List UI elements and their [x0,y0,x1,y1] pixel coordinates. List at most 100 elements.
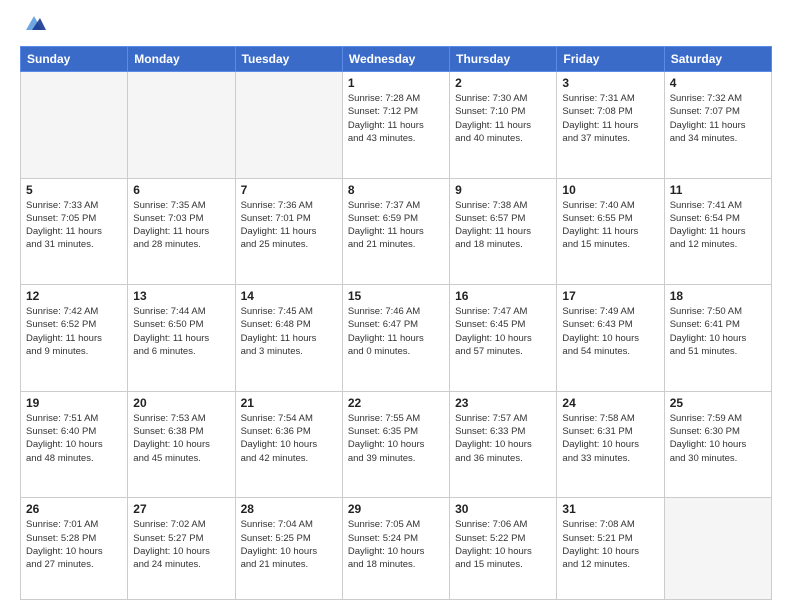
day-number: 19 [26,396,122,410]
day-number: 25 [670,396,766,410]
day-info: Sunrise: 7:46 AM Sunset: 6:47 PM Dayligh… [348,305,444,358]
day-number: 26 [26,502,122,516]
day-info: Sunrise: 7:47 AM Sunset: 6:45 PM Dayligh… [455,305,551,358]
day-number: 20 [133,396,229,410]
day-number: 29 [348,502,444,516]
day-number: 11 [670,183,766,197]
day-number: 5 [26,183,122,197]
calendar-cell: 19 Sunrise: 7:51 AM Sunset: 6:40 PM Dayli… [21,391,128,498]
logo-icon [22,14,46,34]
day-number: 18 [670,289,766,303]
day-info: Sunrise: 7:32 AM Sunset: 7:07 PM Dayligh… [670,92,766,145]
day-info: Sunrise: 7:28 AM Sunset: 7:12 PM Dayligh… [348,92,444,145]
week-row-1: 1 Sunrise: 7:28 AM Sunset: 7:12 PM Daylig… [21,72,772,179]
weekday-header-friday: Friday [557,47,664,72]
calendar-cell: 28 Sunrise: 7:04 AM Sunset: 5:25 PM Dayli… [235,498,342,600]
calendar-cell: 25Sunrise: 7:59 AM Sunset: 6:30 PM Dayli… [664,391,771,498]
day-info: Sunrise: 7:37 AM Sunset: 6:59 PM Dayligh… [348,199,444,252]
day-info: Sunrise: 7:36 AM Sunset: 7:01 PM Dayligh… [241,199,337,252]
day-number: 31 [562,502,658,516]
day-number: 12 [26,289,122,303]
day-info: Sunrise: 7:30 AM Sunset: 7:10 PM Dayligh… [455,92,551,145]
page: SundayMondayTuesdayWednesdayThursdayFrid… [0,0,792,612]
week-row-5: 26 Sunrise: 7:01 AM Sunset: 5:28 PM Dayli… [21,498,772,600]
week-row-3: 12 Sunrise: 7:42 AM Sunset: 6:52 PM Dayli… [21,285,772,392]
calendar-cell: 31 Sunrise: 7:08 AM Sunset: 5:21 PM Dayli… [557,498,664,600]
day-number: 4 [670,76,766,90]
day-number: 16 [455,289,551,303]
day-info: Sunrise: 7:01 AM Sunset: 5:28 PM Dayligh… [26,518,122,571]
header [20,16,772,36]
weekday-header-monday: Monday [128,47,235,72]
calendar-cell: 29 Sunrise: 7:05 AM Sunset: 5:24 PM Dayli… [342,498,449,600]
day-number: 17 [562,289,658,303]
calendar-cell [128,72,235,179]
calendar-cell [664,498,771,600]
day-number: 8 [348,183,444,197]
calendar-cell: 11 Sunrise: 7:41 AM Sunset: 6:54 PM Dayli… [664,178,771,285]
day-info: Sunrise: 7:02 AM Sunset: 5:27 PM Dayligh… [133,518,229,571]
day-info: Sunrise: 7:31 AM Sunset: 7:08 PM Dayligh… [562,92,658,145]
day-info: Sunrise: 7:33 AM Sunset: 7:05 PM Dayligh… [26,199,122,252]
calendar-cell: 26 Sunrise: 7:01 AM Sunset: 5:28 PM Dayli… [21,498,128,600]
day-number: 13 [133,289,229,303]
day-info: Sunrise: 7:51 AM Sunset: 6:40 PM Dayligh… [26,412,122,465]
day-info: Sunrise: 7:45 AM Sunset: 6:48 PM Dayligh… [241,305,337,358]
calendar-cell: 10 Sunrise: 7:40 AM Sunset: 6:55 PM Dayli… [557,178,664,285]
week-row-2: 5 Sunrise: 7:33 AM Sunset: 7:05 PM Daylig… [21,178,772,285]
calendar-cell: 4 Sunrise: 7:32 AM Sunset: 7:07 PM Daylig… [664,72,771,179]
calendar-cell [21,72,128,179]
day-number: 24 [562,396,658,410]
day-info: Sunrise: 7:41 AM Sunset: 6:54 PM Dayligh… [670,199,766,252]
calendar-cell: 9 Sunrise: 7:38 AM Sunset: 6:57 PM Daylig… [450,178,557,285]
day-info: Sunrise: 7:57 AM Sunset: 6:33 PM Dayligh… [455,412,551,465]
day-number: 21 [241,396,337,410]
day-number: 1 [348,76,444,90]
day-info: Sunrise: 7:50 AM Sunset: 6:41 PM Dayligh… [670,305,766,358]
day-number: 2 [455,76,551,90]
day-info: Sunrise: 7:05 AM Sunset: 5:24 PM Dayligh… [348,518,444,571]
day-info: Sunrise: 7:08 AM Sunset: 5:21 PM Dayligh… [562,518,658,571]
calendar-cell: 27 Sunrise: 7:02 AM Sunset: 5:27 PM Dayli… [128,498,235,600]
day-info: Sunrise: 7:44 AM Sunset: 6:50 PM Dayligh… [133,305,229,358]
day-number: 22 [348,396,444,410]
calendar-cell: 3 Sunrise: 7:31 AM Sunset: 7:08 PM Daylig… [557,72,664,179]
calendar-cell: 17Sunrise: 7:49 AM Sunset: 6:43 PM Dayli… [557,285,664,392]
day-info: Sunrise: 7:38 AM Sunset: 6:57 PM Dayligh… [455,199,551,252]
day-number: 27 [133,502,229,516]
calendar-cell: 12 Sunrise: 7:42 AM Sunset: 6:52 PM Dayli… [21,285,128,392]
day-info: Sunrise: 7:42 AM Sunset: 6:52 PM Dayligh… [26,305,122,358]
day-number: 7 [241,183,337,197]
calendar-cell: 7 Sunrise: 7:36 AM Sunset: 7:01 PM Daylig… [235,178,342,285]
day-number: 23 [455,396,551,410]
calendar: SundayMondayTuesdayWednesdayThursdayFrid… [20,46,772,600]
day-number: 3 [562,76,658,90]
calendar-cell: 8 Sunrise: 7:37 AM Sunset: 6:59 PM Daylig… [342,178,449,285]
calendar-cell: 13 Sunrise: 7:44 AM Sunset: 6:50 PM Dayli… [128,285,235,392]
day-number: 30 [455,502,551,516]
day-number: 15 [348,289,444,303]
day-number: 6 [133,183,229,197]
calendar-cell [235,72,342,179]
week-row-4: 19 Sunrise: 7:51 AM Sunset: 6:40 PM Dayli… [21,391,772,498]
calendar-cell: 24Sunrise: 7:58 AM Sunset: 6:31 PM Dayli… [557,391,664,498]
calendar-cell: 20Sunrise: 7:53 AM Sunset: 6:38 PM Dayli… [128,391,235,498]
day-info: Sunrise: 7:54 AM Sunset: 6:36 PM Dayligh… [241,412,337,465]
logo [20,16,46,36]
day-number: 9 [455,183,551,197]
day-info: Sunrise: 7:55 AM Sunset: 6:35 PM Dayligh… [348,412,444,465]
day-number: 28 [241,502,337,516]
day-info: Sunrise: 7:04 AM Sunset: 5:25 PM Dayligh… [241,518,337,571]
day-info: Sunrise: 7:40 AM Sunset: 6:55 PM Dayligh… [562,199,658,252]
calendar-cell: 18 Sunrise: 7:50 AM Sunset: 6:41 PM Dayli… [664,285,771,392]
day-info: Sunrise: 7:06 AM Sunset: 5:22 PM Dayligh… [455,518,551,571]
calendar-cell: 15 Sunrise: 7:46 AM Sunset: 6:47 PM Dayli… [342,285,449,392]
weekday-header-row: SundayMondayTuesdayWednesdayThursdayFrid… [21,47,772,72]
weekday-header-wednesday: Wednesday [342,47,449,72]
calendar-cell: 23 Sunrise: 7:57 AM Sunset: 6:33 PM Dayli… [450,391,557,498]
calendar-cell: 5 Sunrise: 7:33 AM Sunset: 7:05 PM Daylig… [21,178,128,285]
day-number: 10 [562,183,658,197]
calendar-cell: 6Sunrise: 7:35 AM Sunset: 7:03 PM Daylig… [128,178,235,285]
calendar-cell: 16 Sunrise: 7:47 AM Sunset: 6:45 PM Dayli… [450,285,557,392]
weekday-header-sunday: Sunday [21,47,128,72]
